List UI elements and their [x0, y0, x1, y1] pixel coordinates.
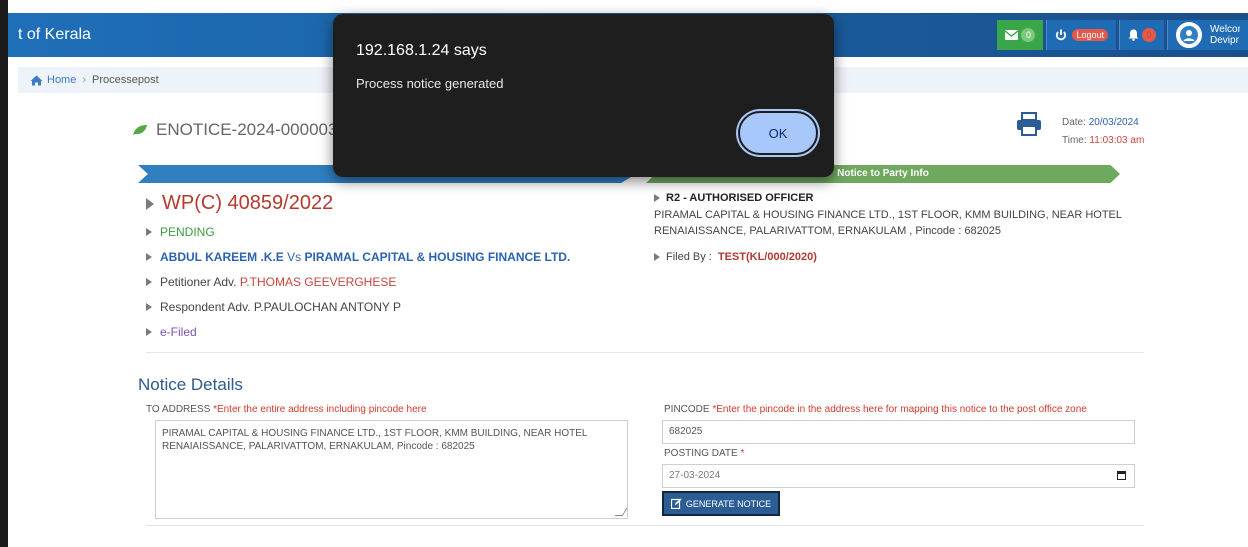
party-address: PIRAMAL CAPITAL & HOUSING FINANCE LTD., …	[654, 209, 1122, 237]
bullet-icon	[146, 228, 152, 236]
dialog-message: Process notice generated	[356, 76, 504, 91]
leaf-icon	[133, 125, 147, 135]
mail-count-badge: 0	[1021, 28, 1036, 42]
window-edge	[0, 0, 8, 547]
petitioner-adv-label: Petitioner Adv.	[160, 275, 237, 289]
avatar	[1176, 22, 1202, 48]
notification-count-badge: 0	[1142, 28, 1156, 42]
bullet-icon	[654, 194, 660, 202]
pincode-input[interactable]: 682025	[662, 420, 1135, 444]
party-title-row: R2 - AUTHORISED OFFICER	[654, 192, 1134, 204]
case-status-row: PENDING	[146, 225, 636, 239]
to-address-label: TO ADDRESS	[146, 404, 211, 415]
bullet-icon	[146, 328, 152, 336]
ok-button[interactable]: OK	[738, 111, 818, 155]
printer-icon	[1017, 112, 1041, 136]
pincode-label-row: PINCODE *Enter the pincode in the addres…	[664, 404, 1087, 415]
posting-date-label: POSTING DATE	[664, 448, 738, 459]
notice-details-title: Notice Details	[138, 375, 243, 394]
time-row: Time: 11:03:03 am	[1062, 132, 1144, 150]
filing-type-row: e-Filed	[146, 325, 636, 339]
envelope-icon	[1005, 30, 1019, 40]
site-title: t of Kerala	[18, 26, 91, 43]
pincode-label: PINCODE	[664, 404, 710, 415]
filing-type: e-Filed	[160, 325, 197, 339]
home-icon	[30, 75, 43, 85]
bullet-icon	[146, 197, 154, 210]
case-number: WP(C) 40859/2022	[162, 192, 334, 214]
posting-date-required: *	[740, 448, 745, 459]
welcome-text: Welcom Devipr	[1210, 24, 1240, 46]
party-title: R2 - AUTHORISED OFFICER	[666, 192, 814, 204]
welcome-line-1: Welcom	[1210, 24, 1240, 35]
posting-date-input[interactable]: 27-03-2024	[662, 464, 1135, 488]
date-label: Date:	[1062, 117, 1086, 128]
power-icon	[1056, 29, 1067, 41]
logout-button[interactable]: Logout	[1046, 20, 1116, 50]
to-address-hint: *Enter the entire address including pinc…	[213, 404, 427, 415]
case-parties-row: ABDUL KAREEM .K.E Vs PIRAMAL CAPITAL & H…	[146, 250, 636, 264]
date-time-block: Date: 20/03/2024 Time: 11:03:03 am	[1062, 114, 1144, 150]
to-address-value: PIRAMAL CAPITAL & HOUSING FINANCE LTD., …	[162, 428, 588, 452]
print-button[interactable]	[1016, 112, 1042, 141]
divider	[146, 525, 1144, 526]
time-label: Time:	[1062, 135, 1087, 146]
notice-id: ENOTICE-2024-000003	[156, 120, 338, 139]
bullet-icon	[146, 303, 152, 311]
pincode-hint: *Enter the pincode in the address here f…	[712, 404, 1087, 415]
notice-header: ENOTICE-2024-000003	[132, 120, 337, 140]
edit-icon	[670, 498, 682, 509]
resize-handle-icon[interactable]	[614, 508, 628, 516]
petitioner-adv-row: Petitioner Adv. P.THOMAS GEEVERGHESE	[146, 275, 636, 289]
party-info: R2 - AUTHORISED OFFICER PIRAMAL CAPITAL …	[654, 192, 1134, 263]
date-row: Date: 20/03/2024	[1062, 114, 1144, 132]
filed-by-label: Filed By :	[666, 251, 712, 263]
time-value: 11:03:03 am	[1089, 135, 1145, 146]
user-icon	[1180, 26, 1198, 44]
respondent-adv-row: Respondent Adv. P.PAULOCHAN ANTONY P	[146, 300, 636, 314]
bell-icon	[1128, 29, 1139, 41]
respondent-adv: Respondent Adv. P.PAULOCHAN ANTONY P	[160, 300, 402, 314]
breadcrumb-separator: ›	[82, 74, 87, 86]
welcome-line-2: Devipr	[1210, 35, 1239, 46]
filed-by-value: TEST(KL/000/2020)	[717, 251, 817, 263]
vs-text: Vs	[287, 250, 302, 264]
posting-date-label-row: POSTING DATE *	[664, 448, 744, 459]
to-address-label-row: TO ADDRESS *Enter the entire address inc…	[146, 404, 427, 415]
posting-date-value: 27-03-2024	[669, 470, 721, 481]
calendar-icon[interactable]	[1117, 471, 1126, 480]
breadcrumb-current: Processepost	[92, 74, 159, 86]
mail-button[interactable]: 0	[997, 20, 1044, 50]
case-number-row: WP(C) 40859/2022	[146, 192, 636, 215]
top-icon-group: 0 Logout 0 Welcom Devipr	[997, 20, 1248, 50]
generate-notice-button[interactable]: GENERATE NOTICE	[662, 491, 780, 516]
bullet-icon	[146, 278, 152, 286]
respondent-name: PIRAMAL CAPITAL & HOUSING FINANCE LTD.	[304, 250, 571, 264]
petitioner-adv: P.THOMAS GEEVERGHESE	[239, 275, 397, 289]
breadcrumb-home-link[interactable]: Home	[47, 74, 76, 86]
to-address-textarea[interactable]: PIRAMAL CAPITAL & HOUSING FINANCE LTD., …	[155, 420, 628, 519]
bullet-icon	[146, 253, 152, 261]
case-status: PENDING	[160, 225, 215, 239]
petitioner-name: ABDUL KAREEM .K.E	[160, 250, 284, 264]
top-strip	[8, 0, 1248, 13]
generate-notice-label: GENERATE NOTICE	[685, 498, 772, 509]
alert-dialog: 192.168.1.24 says Process notice generat…	[333, 14, 834, 177]
divider	[146, 352, 1144, 353]
filed-by-row: Filed By : TEST(KL/000/2020)	[654, 251, 1134, 263]
case-info: WP(C) 40859/2022 PENDING ABDUL KAREEM .K…	[146, 192, 636, 350]
dialog-title: 192.168.1.24 says	[356, 42, 487, 59]
notifications-button[interactable]: 0	[1119, 20, 1164, 50]
date-value: 20/03/2024	[1088, 117, 1139, 128]
bullet-icon	[654, 253, 660, 261]
user-menu[interactable]: Welcom Devipr	[1167, 20, 1248, 50]
logout-label: Logout	[1072, 29, 1108, 41]
